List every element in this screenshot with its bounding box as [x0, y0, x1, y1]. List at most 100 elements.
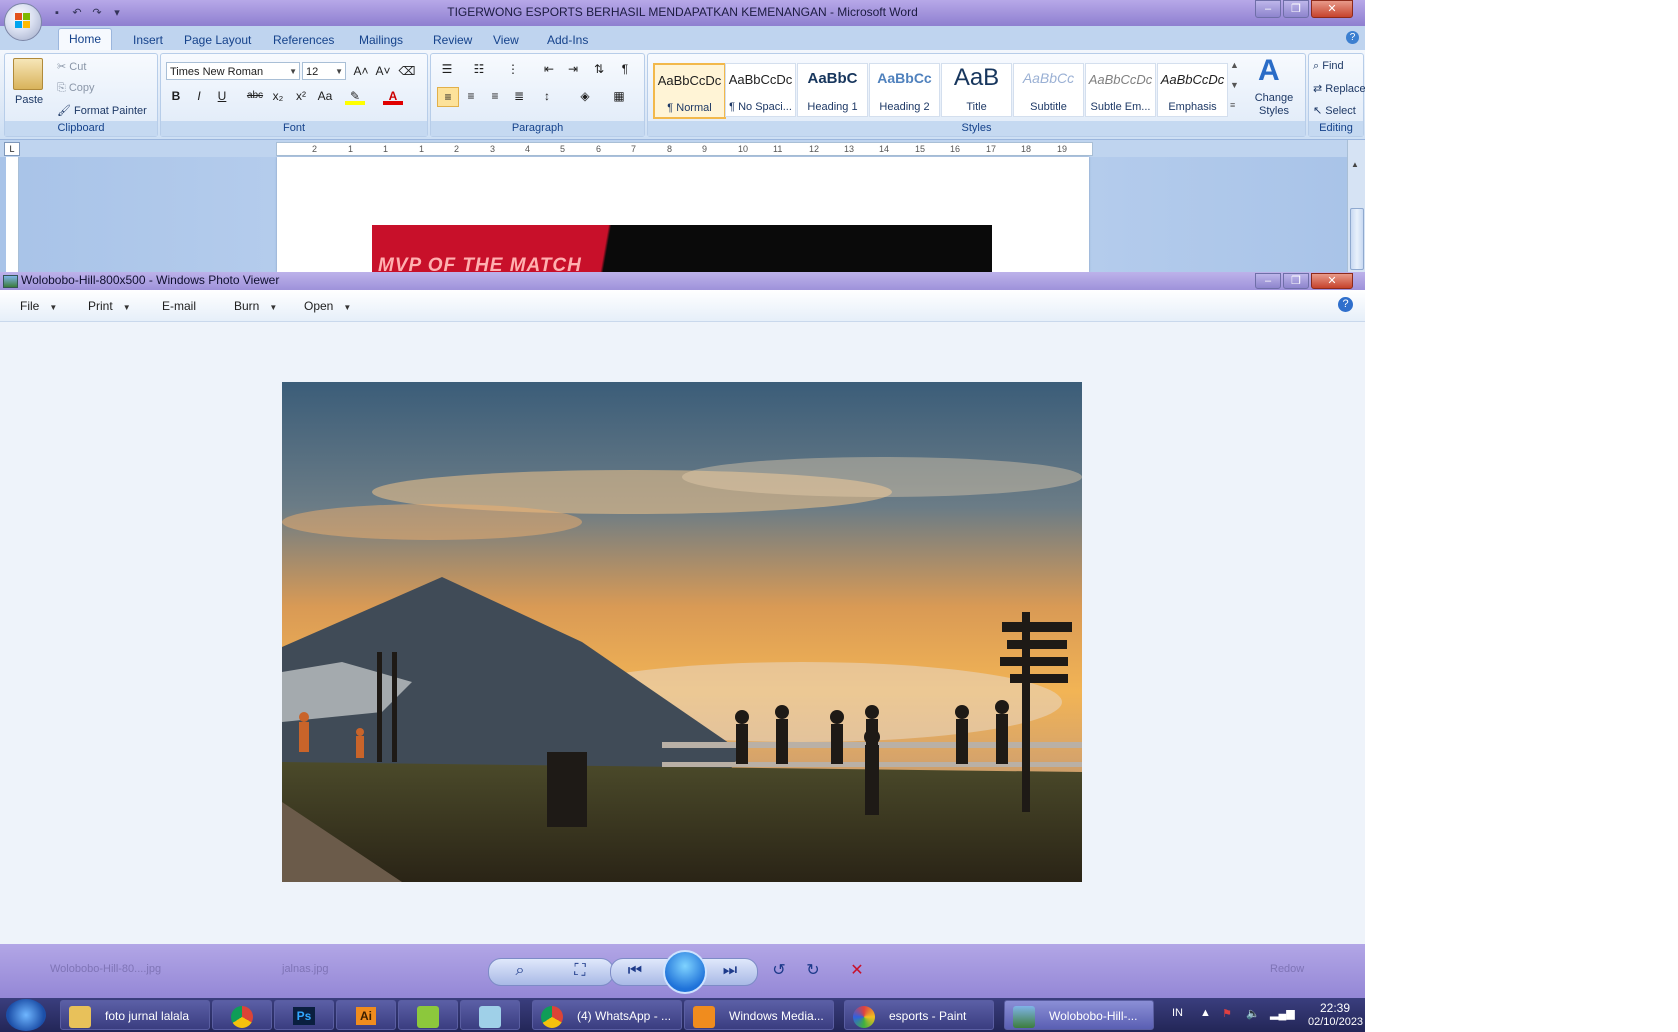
- style-subtitle[interactable]: AaBbCc Subtitle: [1013, 63, 1084, 117]
- show-formatting-button[interactable]: ¶: [615, 60, 635, 78]
- taskbar-item-photoshop[interactable]: Ps: [274, 1000, 334, 1030]
- styles-scroll-down-icon[interactable]: ▼: [1230, 80, 1239, 90]
- tab-home[interactable]: Home: [58, 28, 113, 51]
- displayed-photo[interactable]: [282, 382, 1082, 882]
- font-color-icon[interactable]: A: [383, 87, 403, 105]
- volume-icon[interactable]: 🔈: [1246, 1007, 1260, 1020]
- menu-file[interactable]: File ▼: [20, 299, 57, 313]
- start-button[interactable]: [6, 999, 46, 1031]
- actual-size-icon[interactable]: ⛶: [565, 958, 595, 984]
- align-left-icon[interactable]: ≡: [437, 87, 459, 107]
- style-title[interactable]: AaB Title: [941, 63, 1012, 117]
- minimize-button[interactable]: –: [1255, 273, 1281, 289]
- change-case-button[interactable]: Aa: [315, 87, 335, 105]
- styles-more-icon[interactable]: ≡: [1230, 100, 1235, 110]
- taskbar-item-whatsapp[interactable]: (4) WhatsApp - ...: [532, 1000, 682, 1030]
- numbering-icon[interactable]: ☷: [469, 60, 489, 78]
- menu-open[interactable]: Open ▼: [304, 299, 351, 313]
- next-icon[interactable]: ⏭: [715, 958, 745, 984]
- minimize-button[interactable]: –: [1255, 0, 1281, 18]
- align-center-icon[interactable]: ≡: [461, 87, 481, 105]
- horizontal-ruler[interactable]: 2 1 1 1 2 3 4 5 6 7 8 9 10 11 12 13 14 15 16 17 18 19: [276, 142, 1093, 156]
- change-styles-button[interactable]: Change Styles: [1246, 92, 1302, 118]
- tab-insert[interactable]: Insert: [123, 30, 173, 50]
- paste-icon[interactable]: [13, 58, 43, 90]
- taskbar-item-illustrator[interactable]: Ai: [336, 1000, 396, 1030]
- menu-print[interactable]: Print ▼: [88, 299, 131, 313]
- italic-button[interactable]: I: [189, 87, 209, 105]
- close-button[interactable]: ✕: [1311, 273, 1353, 289]
- borders-icon[interactable]: ▦: [609, 87, 629, 105]
- font-name-combo[interactable]: Times New Roman ▼: [166, 62, 300, 80]
- clock-date[interactable]: 02/10/2023: [1308, 1016, 1363, 1028]
- replace-button[interactable]: ⇄ Replace: [1313, 82, 1365, 95]
- styles-scroll-up-icon[interactable]: ▲: [1230, 60, 1239, 70]
- action-center-icon[interactable]: ⚑: [1222, 1007, 1232, 1020]
- bold-button[interactable]: B: [166, 87, 186, 105]
- delete-icon[interactable]: ✕: [842, 958, 872, 984]
- tab-references[interactable]: References: [263, 30, 344, 50]
- paste-button[interactable]: Paste: [15, 94, 43, 106]
- tab-mailings[interactable]: Mailings: [349, 30, 413, 50]
- strikethrough-button[interactable]: abc: [245, 87, 265, 105]
- taskbar-item-folder[interactable]: foto jurnal lalala: [60, 1000, 210, 1030]
- font-size-combo[interactable]: 12 ▼: [302, 62, 346, 80]
- maximize-button[interactable]: ❐: [1283, 273, 1309, 289]
- highlight-icon[interactable]: ✎: [345, 87, 365, 105]
- show-hidden-icons-icon[interactable]: ▲: [1200, 1007, 1211, 1019]
- shading-icon[interactable]: ◈: [575, 87, 595, 105]
- rotate-clockwise-icon[interactable]: ↻: [798, 958, 828, 984]
- style-subtle-emphasis[interactable]: AaBbCcDc Subtle Em...: [1085, 63, 1156, 117]
- menu-burn[interactable]: Burn ▼: [234, 299, 277, 313]
- network-icon[interactable]: ▂▄▆: [1270, 1007, 1295, 1020]
- close-button[interactable]: ✕: [1311, 0, 1353, 18]
- underline-button[interactable]: U: [212, 87, 232, 105]
- justify-icon[interactable]: ≣: [509, 87, 529, 105]
- vertical-scrollbar[interactable]: ▲: [1347, 140, 1365, 272]
- tab-view[interactable]: View: [483, 30, 529, 50]
- sort-icon[interactable]: ⇅: [589, 60, 609, 78]
- rotate-counterclockwise-icon[interactable]: ↺: [764, 958, 794, 984]
- copy-button[interactable]: ⎘ Copy: [57, 82, 95, 95]
- bullets-icon[interactable]: ☰: [437, 60, 457, 78]
- select-button[interactable]: ↖ Select: [1313, 104, 1356, 117]
- tab-selector-icon[interactable]: L: [4, 142, 20, 156]
- tab-review[interactable]: Review: [423, 30, 482, 50]
- taskbar-item-paint[interactable]: esports - Paint: [844, 1000, 994, 1030]
- taskbar-item-app[interactable]: [398, 1000, 458, 1030]
- style-normal[interactable]: AaBbCcDc ¶ Normal: [653, 63, 726, 119]
- change-styles-icon[interactable]: A: [1258, 54, 1280, 88]
- document-page[interactable]: MVP OF THE MATCH: [277, 157, 1089, 272]
- previous-icon[interactable]: ⏮: [620, 958, 650, 984]
- format-painter-button[interactable]: 🖌 Format Painter: [57, 104, 147, 117]
- embedded-image[interactable]: MVP OF THE MATCH: [372, 225, 992, 272]
- decrease-indent-icon[interactable]: ⇤: [539, 60, 559, 78]
- grow-font-button[interactable]: A˄: [351, 62, 371, 80]
- shrink-font-button[interactable]: A˅: [373, 62, 393, 80]
- superscript-button[interactable]: x²: [291, 87, 311, 105]
- subscript-button[interactable]: x₂: [268, 87, 288, 105]
- clock-time[interactable]: 22:39: [1320, 1001, 1350, 1015]
- increase-indent-icon[interactable]: ⇥: [563, 60, 583, 78]
- scroll-up-icon[interactable]: ▲: [1351, 160, 1360, 174]
- zoom-icon[interactable]: ⌕: [505, 958, 535, 984]
- taskbar-item-chrome[interactable]: [212, 1000, 272, 1030]
- cut-button[interactable]: ✂ Cut: [57, 60, 86, 73]
- style-heading-2[interactable]: AaBbCc Heading 2: [869, 63, 940, 117]
- maximize-button[interactable]: ❐: [1283, 0, 1309, 18]
- office-button[interactable]: [4, 3, 42, 41]
- tab-page-layout[interactable]: Page Layout: [174, 30, 261, 50]
- style-no-spacing[interactable]: AaBbCcDc ¶ No Spaci...: [725, 63, 796, 117]
- help-icon[interactable]: ?: [1338, 297, 1353, 312]
- style-heading-1[interactable]: AaBbC Heading 1: [797, 63, 868, 117]
- taskbar-item-notepad[interactable]: [460, 1000, 520, 1030]
- find-button[interactable]: ⌕ Find: [1313, 60, 1344, 73]
- align-right-icon[interactable]: ≡: [485, 87, 505, 105]
- taskbar-item-photo-viewer[interactable]: Wolobobo-Hill-...: [1004, 1000, 1154, 1030]
- clear-formatting-icon[interactable]: ⌫: [397, 62, 417, 80]
- multilevel-list-icon[interactable]: ⋮: [503, 60, 523, 78]
- menu-email[interactable]: E-mail: [162, 299, 196, 313]
- language-indicator[interactable]: IN: [1172, 1007, 1183, 1019]
- slideshow-button[interactable]: [663, 950, 707, 994]
- taskbar-item-media-player[interactable]: Windows Media...: [684, 1000, 834, 1030]
